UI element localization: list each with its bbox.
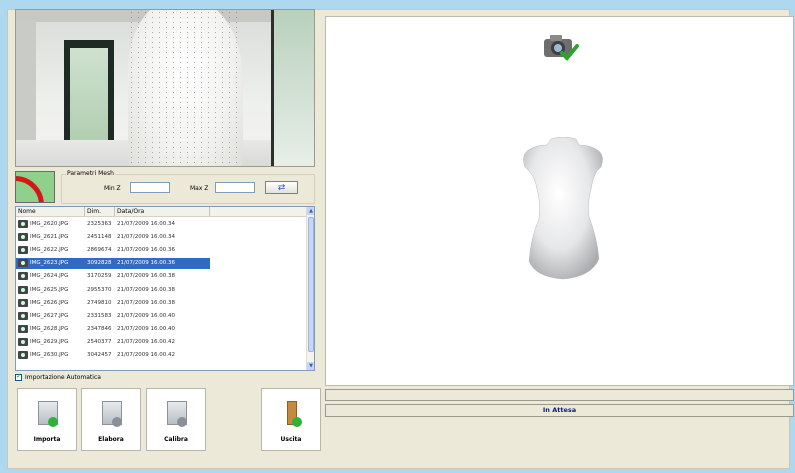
- camera-icon: [18, 219, 28, 228]
- file-name: IMG_2624.JPG: [30, 273, 69, 280]
- table-row[interactable]: IMG_2627.JPG 2331583 21/07/2009 16.00.40: [16, 309, 307, 322]
- file-date: 21/07/2009 16.00.34: [117, 220, 175, 227]
- file-date: 21/07/2009 16.00.42: [117, 352, 175, 359]
- file-name: IMG_2620.JPG: [30, 220, 69, 227]
- mesh-thumbnail: [15, 171, 55, 203]
- auto-import-checkbox[interactable]: [15, 372, 22, 381]
- exit-label: Uscita: [280, 436, 302, 443]
- table-row[interactable]: IMG_2621.JPG 2451148 21/07/2009 16.00.34: [16, 230, 307, 243]
- file-date: 21/07/2009 16.00.42: [117, 339, 175, 346]
- table-row[interactable]: IMG_2622.JPG 2869674 21/07/2009 16.00.36: [16, 243, 307, 256]
- file-size: 2540377: [87, 339, 112, 346]
- mesh-params-group: Parametri Mesh Min Z Max Z ⇄: [61, 170, 315, 204]
- table-row[interactable]: IMG_2628.JPG 2347846 21/07/2009 16.00.40: [16, 323, 307, 336]
- file-size: 3092828: [85, 257, 115, 269]
- min-z-input[interactable]: [130, 182, 170, 193]
- file-name: IMG_2629.JPG: [30, 339, 69, 346]
- file-size: 2955370: [87, 286, 112, 293]
- file-list-header: Nome Dim. Data/Ora: [16, 207, 307, 217]
- table-row[interactable]: IMG_2625.JPG 2955370 21/07/2009 16.00.38: [16, 283, 307, 296]
- file-size: 2869674: [87, 246, 112, 253]
- camera-icon: [18, 325, 28, 334]
- table-row[interactable]: IMG_2630.JPG 3042457 21/07/2009 16.00.42: [16, 349, 307, 362]
- file-size: 3042457: [87, 352, 112, 359]
- table-row[interactable]: IMG_2629.JPG 2540377 21/07/2009 16.00.42: [16, 336, 307, 349]
- status-text: In Attesa: [325, 404, 794, 417]
- refresh-button[interactable]: ⇄: [265, 181, 298, 194]
- mannequin-image: [128, 10, 243, 166]
- file-size: 2347846: [87, 326, 112, 333]
- column-header-name[interactable]: Nome: [16, 207, 85, 216]
- refresh-icon: ⇄: [277, 182, 286, 193]
- table-row[interactable]: IMG_2626.JPG 2749810 21/07/2009 16.00.38: [16, 296, 307, 309]
- import-button[interactable]: Importa: [17, 388, 77, 451]
- file-name: IMG_2625.JPG: [30, 286, 69, 293]
- max-z-label: Max Z: [190, 185, 209, 192]
- import-label: Importa: [33, 436, 61, 443]
- camera-icon: [18, 338, 28, 347]
- file-date: 21/07/2009 16.00.38: [117, 299, 175, 306]
- file-name: IMG_2627.JPG: [30, 312, 69, 319]
- model-viewport[interactable]: [325, 16, 794, 386]
- process-label: Elabora: [98, 436, 124, 443]
- process-button[interactable]: Elabora: [81, 388, 141, 451]
- camera-icon: [18, 351, 28, 360]
- file-size: 3170259: [87, 273, 112, 280]
- file-name: IMG_2623.JPG: [30, 260, 69, 267]
- auto-import-label: Importazione Automatica: [25, 374, 101, 381]
- mesh-params-legend: Parametri Mesh: [66, 170, 115, 177]
- file-name: IMG_2626.JPG: [30, 299, 69, 306]
- file-date: 21/07/2009 16.00.40: [117, 312, 175, 319]
- camera-icon: [18, 311, 28, 320]
- max-z-input[interactable]: [215, 182, 255, 193]
- exit-button[interactable]: Uscita: [261, 388, 321, 451]
- calibrate-button[interactable]: Calibra: [146, 388, 206, 451]
- scroll-thumb[interactable]: [308, 217, 314, 352]
- file-date: 21/07/2009 16.00.34: [117, 233, 175, 240]
- torso-model: [523, 137, 603, 280]
- file-date: 21/07/2009 16.00.36: [117, 246, 175, 253]
- camera-check-icon: [544, 35, 579, 61]
- column-header-size[interactable]: Dim.: [85, 207, 115, 216]
- scroll-up-icon[interactable]: ▲: [307, 207, 314, 215]
- file-date: 21/07/2009 16.00.36: [115, 257, 210, 269]
- file-name: IMG_2622.JPG: [30, 246, 69, 253]
- column-header-date[interactable]: Data/Ora: [115, 207, 210, 216]
- file-date: 21/07/2009 16.00.38: [117, 273, 175, 280]
- file-name: IMG_2628.JPG: [30, 326, 69, 333]
- scroll-down-icon[interactable]: ▼: [307, 362, 314, 370]
- table-row[interactable]: IMG_2620.JPG 2325363 21/07/2009 16.00.34: [16, 217, 307, 230]
- photo-preview: [15, 9, 315, 167]
- file-list[interactable]: Nome Dim. Data/Ora IMG_2620.JPG 2325363 21…: [15, 206, 315, 371]
- file-size: 2325363: [87, 220, 112, 227]
- calibrate-label: Calibra: [164, 436, 188, 443]
- mesh-params-row: Parametri Mesh Min Z Max Z ⇄: [15, 170, 315, 205]
- file-list-rows: IMG_2620.JPG 2325363 21/07/2009 16.00.34 IM…: [16, 217, 307, 362]
- file-size: 2749810: [87, 299, 112, 306]
- camera-icon: [18, 272, 28, 281]
- camera-icon: [18, 245, 28, 254]
- table-row[interactable]: IMG_2623.JPG 3092828 21/07/2009 16.00.36: [16, 257, 307, 270]
- camera-icon: [18, 285, 28, 294]
- file-date: 21/07/2009 16.00.40: [117, 326, 175, 333]
- auto-import-row: Importazione Automatica: [15, 372, 101, 381]
- camera-icon: [18, 298, 28, 307]
- file-name: IMG_2630.JPG: [30, 352, 69, 359]
- progress-bar: [325, 389, 794, 401]
- camera-icon: [18, 259, 28, 268]
- camera-icon: [18, 232, 28, 241]
- file-name: IMG_2621.JPG: [30, 233, 69, 240]
- min-z-label: Min Z: [104, 185, 121, 192]
- file-size: 2451148: [87, 233, 112, 240]
- list-scrollbar[interactable]: ▲ ▼: [306, 207, 314, 370]
- file-date: 21/07/2009 16.00.38: [117, 286, 175, 293]
- file-size: 2331583: [87, 312, 112, 319]
- table-row[interactable]: IMG_2624.JPG 3170259 21/07/2009 16.00.38: [16, 270, 307, 283]
